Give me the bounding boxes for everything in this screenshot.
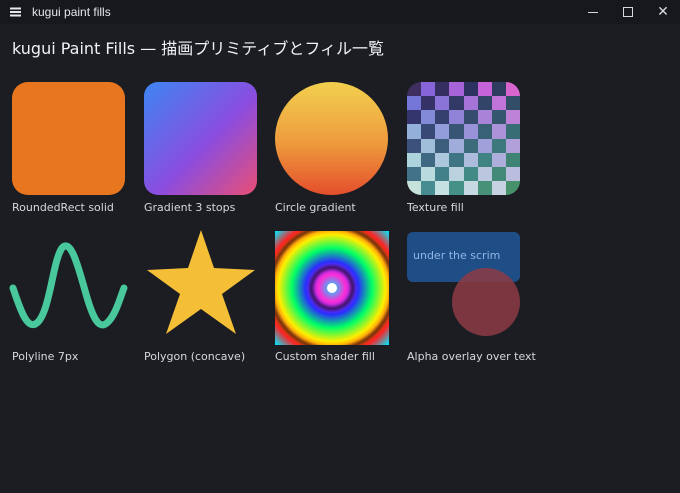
circle-gradient-caption: Circle gradient (275, 201, 356, 214)
maximize-button[interactable] (611, 0, 645, 24)
texture-cell (435, 96, 450, 111)
texture-cell (449, 82, 464, 97)
page-title: kugui Paint Fills — 描画プリミティブとフィル一覧 (12, 39, 385, 58)
texture-cell (421, 166, 436, 181)
texture-cell (407, 166, 422, 181)
texture-cell (421, 152, 436, 167)
texture-cell (449, 138, 464, 153)
texture-cell (477, 180, 492, 195)
texture-cell (505, 96, 520, 111)
texture-cell (505, 138, 520, 153)
rounded-rect-solid-swatch (12, 82, 125, 195)
texture-cell (407, 96, 422, 111)
texture-cell (421, 82, 436, 97)
rounded-rect-caption: RoundedRect solid (12, 201, 114, 214)
alpha-overlay-caption: Alpha overlay over text (407, 350, 536, 363)
texture-cell (435, 180, 450, 195)
custom-shader-caption: Custom shader fill (275, 350, 375, 363)
texture-cell (463, 82, 478, 97)
texture-cell (491, 110, 506, 125)
texture-cell (421, 180, 436, 195)
texture-cell (505, 124, 520, 139)
texture-cell (491, 96, 506, 111)
texture-cell (505, 152, 520, 167)
texture-cell (421, 124, 436, 139)
texture-cell (477, 166, 492, 181)
polyline-sine-wave (9, 242, 128, 329)
custom-shader-swatch (275, 231, 389, 345)
texture-cell (449, 166, 464, 181)
window-title: kugui paint fills (32, 5, 111, 19)
texture-cell (477, 82, 492, 97)
texture-cell (477, 110, 492, 125)
texture-cell (491, 180, 506, 195)
texture-cell (421, 96, 436, 111)
texture-cell (505, 180, 520, 195)
texture-cell (463, 152, 478, 167)
texture-cell (505, 82, 520, 97)
texture-cell (477, 138, 492, 153)
gradient-3-stops-swatch (144, 82, 257, 195)
texture-cell (407, 138, 422, 153)
texture-cell (491, 124, 506, 139)
texture-cell (435, 110, 450, 125)
close-button[interactable]: ✕ (646, 0, 680, 24)
texture-cell (449, 152, 464, 167)
texture-cell (449, 110, 464, 125)
alpha-overlay-demo: under the scrim (407, 232, 520, 342)
texture-fill-caption: Texture fill (407, 201, 464, 214)
polyline-caption: Polyline 7px (12, 350, 79, 363)
texture-cell (421, 138, 436, 153)
texture-cell (407, 152, 422, 167)
close-icon: ✕ (657, 4, 669, 20)
texture-cell (491, 152, 506, 167)
texture-cell (491, 138, 506, 153)
texture-cell (435, 166, 450, 181)
alpha-overlay-text: under the scrim (413, 249, 501, 262)
texture-cell (435, 124, 450, 139)
texture-cell (463, 138, 478, 153)
texture-cell (449, 96, 464, 111)
minimize-button[interactable] (576, 0, 610, 24)
texture-cell (463, 166, 478, 181)
texture-fill-swatch (407, 82, 520, 195)
alpha-scrim-circle (452, 268, 520, 336)
texture-cell (477, 152, 492, 167)
texture-cell (407, 110, 422, 125)
gradient-caption: Gradient 3 stops (144, 201, 236, 214)
title-bar: kugui paint fills ✕ (0, 0, 680, 24)
texture-cell (477, 96, 492, 111)
texture-cell (407, 82, 422, 97)
texture-cell (435, 138, 450, 153)
texture-cell (491, 82, 506, 97)
texture-cell (449, 180, 464, 195)
texture-cell (463, 124, 478, 139)
texture-cell (407, 124, 422, 139)
texture-cell (435, 82, 450, 97)
maximize-icon (623, 7, 633, 17)
texture-cell (505, 166, 520, 181)
minimize-icon (588, 11, 598, 13)
texture-cell (491, 166, 506, 181)
texture-cell (477, 124, 492, 139)
texture-cell (449, 124, 464, 139)
texture-cell (421, 110, 436, 125)
concave-star-polygon (147, 230, 255, 334)
texture-cell (463, 110, 478, 125)
hamburger-menu-icon[interactable] (0, 0, 30, 24)
circle-gradient-swatch (275, 82, 388, 195)
texture-cell (407, 180, 422, 195)
texture-cell (505, 110, 520, 125)
texture-cell (463, 96, 478, 111)
texture-cell (463, 180, 478, 195)
texture-cell (435, 152, 450, 167)
polygon-caption: Polygon (concave) (144, 350, 246, 363)
